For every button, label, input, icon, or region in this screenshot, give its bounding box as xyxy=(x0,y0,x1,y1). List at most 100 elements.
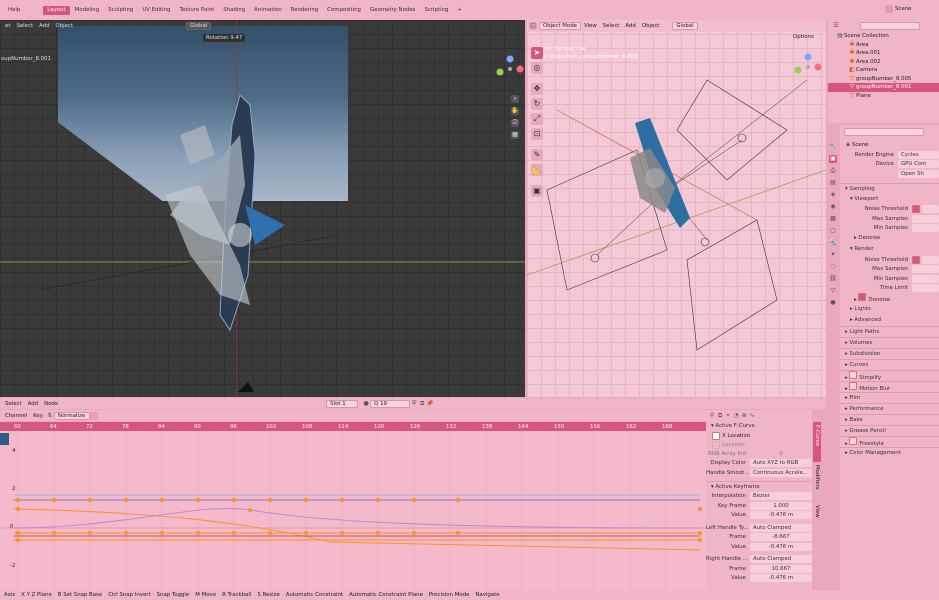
outliner-item-area-001[interactable]: ✱ Area.001 xyxy=(828,49,939,58)
subdivision-panel[interactable]: ▸ Subdivision xyxy=(840,348,939,359)
tab-view[interactable]: View xyxy=(813,502,821,522)
right-transform-orientation[interactable]: Global xyxy=(672,22,698,30)
volumes-panel[interactable]: ▸ Volumes xyxy=(840,337,939,348)
tab-texture-paint[interactable]: Texture Paint xyxy=(175,6,218,15)
right-handle-type-dropdown[interactable]: Auto Clamped xyxy=(750,555,812,564)
output-tab-icon[interactable]: ⎙ xyxy=(829,167,837,175)
add-cube-tool-icon[interactable]: ▣ xyxy=(531,185,543,197)
zoom-icon[interactable]: ⌕ xyxy=(511,95,519,103)
particles-tab-icon[interactable]: ✦ xyxy=(829,251,837,259)
graph-menu-key[interactable]: Key xyxy=(30,413,46,419)
world-tab-icon[interactable]: ◉ xyxy=(829,203,837,211)
handle-smoothing-dropdown[interactable]: Continuous Accele... xyxy=(750,468,812,477)
outliner-search[interactable] xyxy=(860,22,920,30)
right-menu-select[interactable]: Select xyxy=(600,23,623,29)
render-tab-icon[interactable]: ▣ xyxy=(829,155,837,163)
pivot-icon[interactable]: ⊕ xyxy=(740,412,748,420)
material-slot-dropdown[interactable]: Slot 1 xyxy=(326,399,359,408)
scale-tool-icon[interactable]: ⤢ xyxy=(531,113,543,125)
select-tool-icon[interactable]: ➤ xyxy=(531,47,543,59)
curves-panel[interactable]: ▸ Curves xyxy=(840,359,939,370)
object-mode-dropdown[interactable]: Object Mode xyxy=(539,22,581,30)
left-handle-value-field[interactable]: -0.476 m xyxy=(750,542,812,551)
node-menu-add[interactable]: Add xyxy=(25,401,41,407)
right-handle-value-field[interactable]: -0.476 m xyxy=(750,574,812,583)
tab-geometry-nodes[interactable]: Geometry Nodes xyxy=(366,6,419,15)
modifier-tab-icon[interactable]: 🔩 xyxy=(829,239,837,247)
tab-scripting[interactable]: Scripting xyxy=(420,6,452,15)
left-mode-partial[interactable]: et xyxy=(2,23,13,29)
render-noise-checkbox[interactable] xyxy=(912,255,920,264)
right-menu-object[interactable]: Object xyxy=(639,23,663,29)
fake-user-icon[interactable]: ⛨ xyxy=(410,400,418,408)
viewport-denoise-header[interactable]: ▸ Denoise xyxy=(840,233,939,244)
left-navigation-gizmo[interactable] xyxy=(495,54,525,84)
collection-tab-icon[interactable]: ▦ xyxy=(829,215,837,223)
left-handle-frame-field[interactable]: -8.667 xyxy=(750,533,812,542)
tab-modifiers[interactable]: Modifiers xyxy=(813,462,821,502)
node-menu-select[interactable]: Select xyxy=(2,401,25,407)
measure-tool-icon[interactable]: 📐 xyxy=(531,164,543,176)
move-tool-icon[interactable]: ✥ xyxy=(531,83,543,95)
tab-shading[interactable]: Shading xyxy=(219,6,249,15)
add-workspace-button[interactable]: + xyxy=(453,6,466,15)
pan-hand-icon[interactable]: ✋ xyxy=(511,107,519,115)
right-menu-add[interactable]: Add xyxy=(622,23,638,29)
right-handle-frame-field[interactable]: 10.667 xyxy=(750,564,812,573)
sampling-panel-header[interactable]: ▾ Sampling xyxy=(840,182,939,194)
graph-editor[interactable]: 60 64 72 78 84 90 96 102 108 114 120 126… xyxy=(0,422,706,590)
grid-view-icon[interactable]: ▦ xyxy=(511,131,519,139)
view-icon[interactable]: ⧉ xyxy=(716,412,724,420)
left-menu-add[interactable]: Add xyxy=(36,23,52,29)
left-menu-object[interactable]: Object xyxy=(53,23,77,29)
snap-icon[interactable]: ⌖ xyxy=(724,412,732,420)
right-navigation-gizmo[interactable] xyxy=(793,52,823,82)
material-sphere-icon[interactable]: ● xyxy=(362,400,370,408)
tab-rendering[interactable]: Rendering xyxy=(287,6,323,15)
viewport-noise-checkbox[interactable] xyxy=(912,205,920,214)
menu-help[interactable]: Help xyxy=(4,6,24,15)
outliner-editor-icon[interactable]: ☰ xyxy=(832,22,840,30)
render-subpanel-header[interactable]: ▾ Render xyxy=(840,244,939,255)
freestyle-checkbox[interactable] xyxy=(849,437,858,445)
fcurve-canvas[interactable] xyxy=(0,422,706,590)
device-dropdown[interactable]: GPU Com xyxy=(898,160,939,169)
film-panel[interactable]: ▸ Film xyxy=(840,392,939,403)
normalize-icon[interactable]: ⇅ xyxy=(46,412,54,420)
outliner-item-area[interactable]: ✱ Area xyxy=(828,41,939,50)
left-transform-orientation[interactable]: Global xyxy=(186,21,212,30)
constraints-tab-icon[interactable]: ⛓ xyxy=(829,275,837,283)
pin-icon[interactable]: 📌 xyxy=(426,400,434,408)
camera-view-icon[interactable]: ⎚ xyxy=(511,119,519,127)
view-layer-tab-icon[interactable]: ▤ xyxy=(829,179,837,187)
viewport-subpanel-header[interactable]: ▾ Viewport xyxy=(840,194,939,205)
tool-tab-icon[interactable]: 🔧 xyxy=(829,143,837,151)
right-viewport[interactable]: ◱ Object Mode View Select Add Object Glo… xyxy=(527,20,826,397)
motion-blur-checkbox[interactable] xyxy=(849,382,858,390)
freestyle-panel[interactable]: ▸ Freestyle xyxy=(840,436,939,447)
outliner-item-group-001[interactable]: ▽ groupNumber_8.001 xyxy=(828,83,939,92)
denoise-checkbox[interactable] xyxy=(858,293,867,301)
tab-modeling[interactable]: Modeling xyxy=(71,6,104,15)
graph-menu-channel[interactable]: Channel xyxy=(2,413,30,419)
motion-blur-panel[interactable]: ▸ Motion Blur xyxy=(840,381,939,392)
tab-compositing[interactable]: Compositing xyxy=(323,6,365,15)
outliner-item-area-002[interactable]: ✱ Area.002 xyxy=(828,58,939,67)
outliner-item-group-005[interactable]: ▽ groupNumber_8.005 xyxy=(828,75,939,84)
display-color-dropdown[interactable]: Auto XYZ to RGB xyxy=(750,459,812,468)
right-menu-view[interactable]: View xyxy=(581,23,600,29)
properties-search[interactable] xyxy=(844,128,924,136)
scene-tab-icon[interactable]: ◈ xyxy=(829,191,837,199)
scene-name[interactable]: Scene xyxy=(895,6,911,12)
render-engine-dropdown[interactable]: Cycles xyxy=(898,150,939,159)
rotate-tool-icon[interactable]: ↻ xyxy=(531,98,543,110)
tab-uv-editing[interactable]: UV Editing xyxy=(138,6,174,15)
duplicate-material-icon[interactable]: ⧉ xyxy=(418,400,426,408)
handle-icon[interactable]: ∿ xyxy=(748,412,756,420)
interpolation-dropdown[interactable]: Bézier xyxy=(750,492,812,501)
left-handle-type-dropdown[interactable]: Auto Clamped xyxy=(750,523,812,532)
tab-animation[interactable]: Animation xyxy=(250,6,285,15)
material-tab-icon[interactable]: ● xyxy=(829,299,837,307)
proportional-icon[interactable]: ◔ xyxy=(732,412,740,420)
active-keyframe-header[interactable]: ▾ Active Keyframe xyxy=(706,480,812,492)
